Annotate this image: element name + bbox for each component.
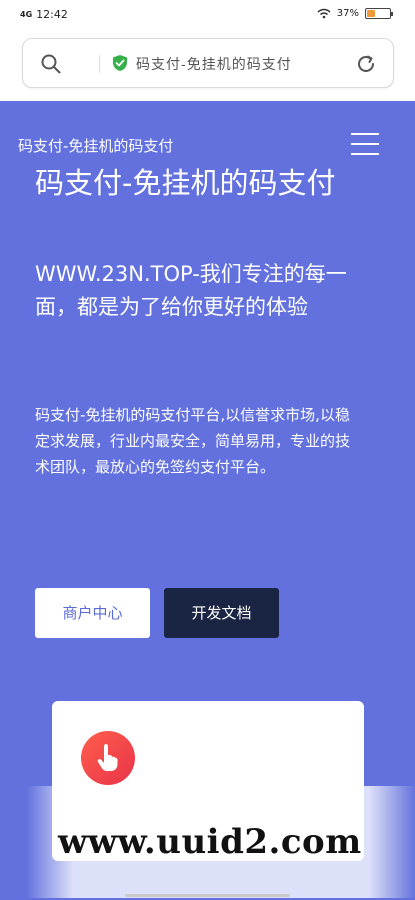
status-time: 12:42 xyxy=(36,8,68,21)
address-bar[interactable]: 码支付-免挂机的码支付 xyxy=(22,38,394,88)
site-brand[interactable]: 码支付-免挂机的码支付 xyxy=(18,135,173,156)
status-bar: 4G 12:42 37% xyxy=(0,0,415,30)
hero-title: 码支付-免挂机的码支付 xyxy=(35,166,336,200)
home-indicator[interactable] xyxy=(125,894,290,897)
secure-shield-icon xyxy=(113,55,127,71)
hero-description: 码支付-免挂机的码支付平台,以信誉求市场,以稳定求发展，行业内最安全，简单易用，… xyxy=(35,406,351,476)
search-icon[interactable] xyxy=(40,53,62,75)
status-left: 4G 12:42 xyxy=(20,8,68,21)
hand-pointer-glyph xyxy=(97,744,118,771)
network-type: 4G xyxy=(20,9,33,19)
battery-icon xyxy=(365,8,393,19)
hamburger-menu-icon[interactable] xyxy=(351,133,379,155)
address-divider xyxy=(99,55,100,73)
battery-fill xyxy=(367,10,376,17)
battery-percent: 37% xyxy=(336,8,359,19)
developer-docs-button[interactable]: 开发文档 xyxy=(164,588,279,638)
signal-icon: 4G xyxy=(20,9,33,19)
status-right: 37% xyxy=(317,8,393,19)
menu-bar xyxy=(351,133,379,135)
address-text[interactable]: 码支付-免挂机的码支付 xyxy=(136,54,292,74)
menu-bar xyxy=(351,143,379,145)
merchant-center-button[interactable]: 商户中心 xyxy=(35,588,150,638)
hero-subtitle: WWW.23N.TOP-我们专注的每一面，都是为了给你更好的体验 xyxy=(35,262,347,319)
watermark-text: www.uuid2.com xyxy=(58,822,362,862)
hand-pointer-icon xyxy=(81,731,135,785)
menu-bar xyxy=(351,153,379,155)
reload-icon[interactable] xyxy=(355,53,377,75)
wifi-icon xyxy=(317,8,331,19)
